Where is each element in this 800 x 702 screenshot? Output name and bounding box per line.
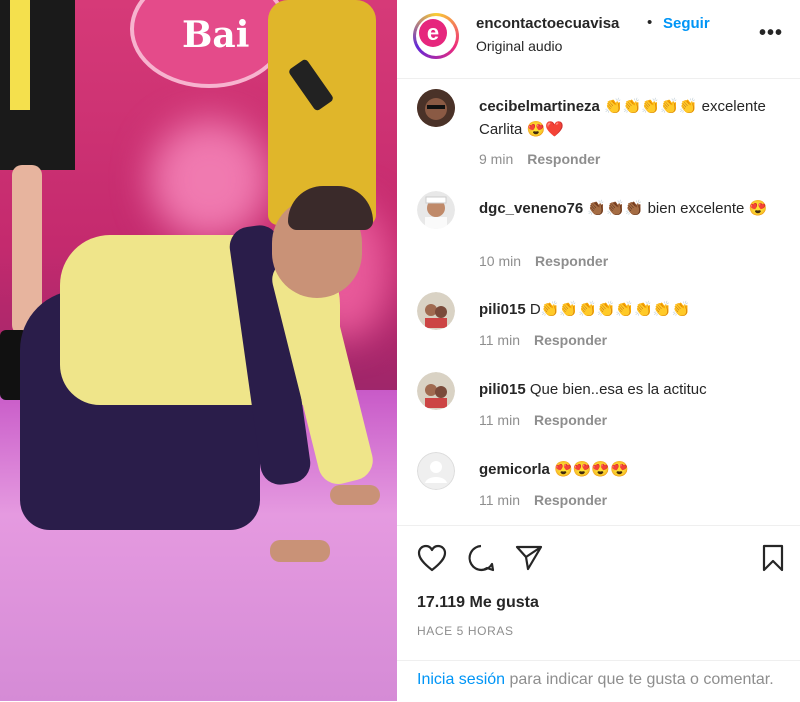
- more-options-icon[interactable]: •••: [759, 22, 783, 45]
- avatar-face-icon: [417, 89, 455, 127]
- follow-button[interactable]: Seguir: [663, 15, 710, 32]
- like-heart-icon[interactable]: [417, 544, 447, 572]
- performer-hand-left: [270, 540, 330, 562]
- reply-button[interactable]: Responder: [535, 253, 608, 269]
- stage-sign: Bai: [130, 0, 288, 88]
- comment-username[interactable]: dgc_veneno76: [479, 200, 583, 217]
- avatar-face-icon: [417, 372, 455, 410]
- comment-username[interactable]: gemicorla: [479, 461, 550, 478]
- reply-button[interactable]: Responder: [534, 412, 607, 428]
- comment-username[interactable]: pili015: [479, 301, 526, 318]
- comment-text: 😍😍😍😍: [549, 461, 629, 478]
- comment-time: 11 min: [479, 492, 520, 508]
- post-header: e encontactoecuavisa • Seguir Original a…: [397, 0, 800, 79]
- commenter-avatar[interactable]: [417, 292, 455, 330]
- separator-dot: •: [647, 14, 653, 31]
- likes-count[interactable]: 17.119 Me gusta: [417, 594, 539, 612]
- dancer-left-stripe: [10, 0, 30, 110]
- post-side-panel: e encontactoecuavisa • Seguir Original a…: [397, 0, 800, 701]
- avatar-face-icon: [417, 292, 455, 330]
- account-username[interactable]: encontactoecuavisa: [476, 15, 619, 32]
- login-prompt: Inicia sesión para indicar que te gusta …: [397, 660, 800, 702]
- reply-button[interactable]: Responder: [534, 492, 607, 508]
- comment-username[interactable]: pili015: [479, 381, 526, 398]
- comment-text: 👏🏾👏🏾👏🏾 bien excelente 😍: [583, 200, 768, 217]
- avatar-face-icon: [417, 191, 455, 229]
- reply-button[interactable]: Responder: [527, 151, 600, 167]
- comments-list[interactable]: cecibelmartineza 👏👏👏👏👏 excelente Carlita…: [397, 79, 800, 524]
- comment-username[interactable]: cecibelmartineza: [479, 98, 600, 115]
- default-avatar-icon: [417, 452, 455, 490]
- stage-light: [150, 120, 270, 240]
- login-prompt-text: para indicar que te gusta o comentar.: [505, 671, 774, 688]
- post-timestamp: HACE 5 HORAS: [417, 624, 514, 638]
- commenter-avatar[interactable]: [417, 372, 455, 410]
- comment-bubble-icon[interactable]: [467, 544, 495, 572]
- comment-time: 11 min: [479, 412, 520, 428]
- comment-time: 9 min: [479, 151, 514, 167]
- share-send-icon[interactable]: [515, 544, 543, 572]
- save-bookmark-icon[interactable]: [761, 544, 785, 572]
- commenter-avatar[interactable]: [417, 89, 455, 127]
- comment-text: D👏👏👏👏👏👏👏👏: [525, 301, 691, 318]
- account-logo-letter: e: [419, 19, 447, 47]
- comment-time: 11 min: [479, 332, 520, 348]
- audio-label[interactable]: Original audio: [476, 38, 562, 54]
- stage-sign-text: Bai: [182, 14, 250, 56]
- login-link[interactable]: Inicia sesión: [417, 671, 505, 688]
- performer-hand: [330, 485, 380, 505]
- comment-time: 10 min: [479, 253, 522, 269]
- account-avatar[interactable]: e: [413, 13, 459, 59]
- reply-button[interactable]: Responder: [534, 332, 607, 348]
- post-video[interactable]: Bai: [0, 0, 397, 701]
- comment-text: Que bien..esa es la actituc: [525, 381, 707, 398]
- commenter-avatar[interactable]: [417, 452, 455, 490]
- commenter-avatar[interactable]: [417, 191, 455, 229]
